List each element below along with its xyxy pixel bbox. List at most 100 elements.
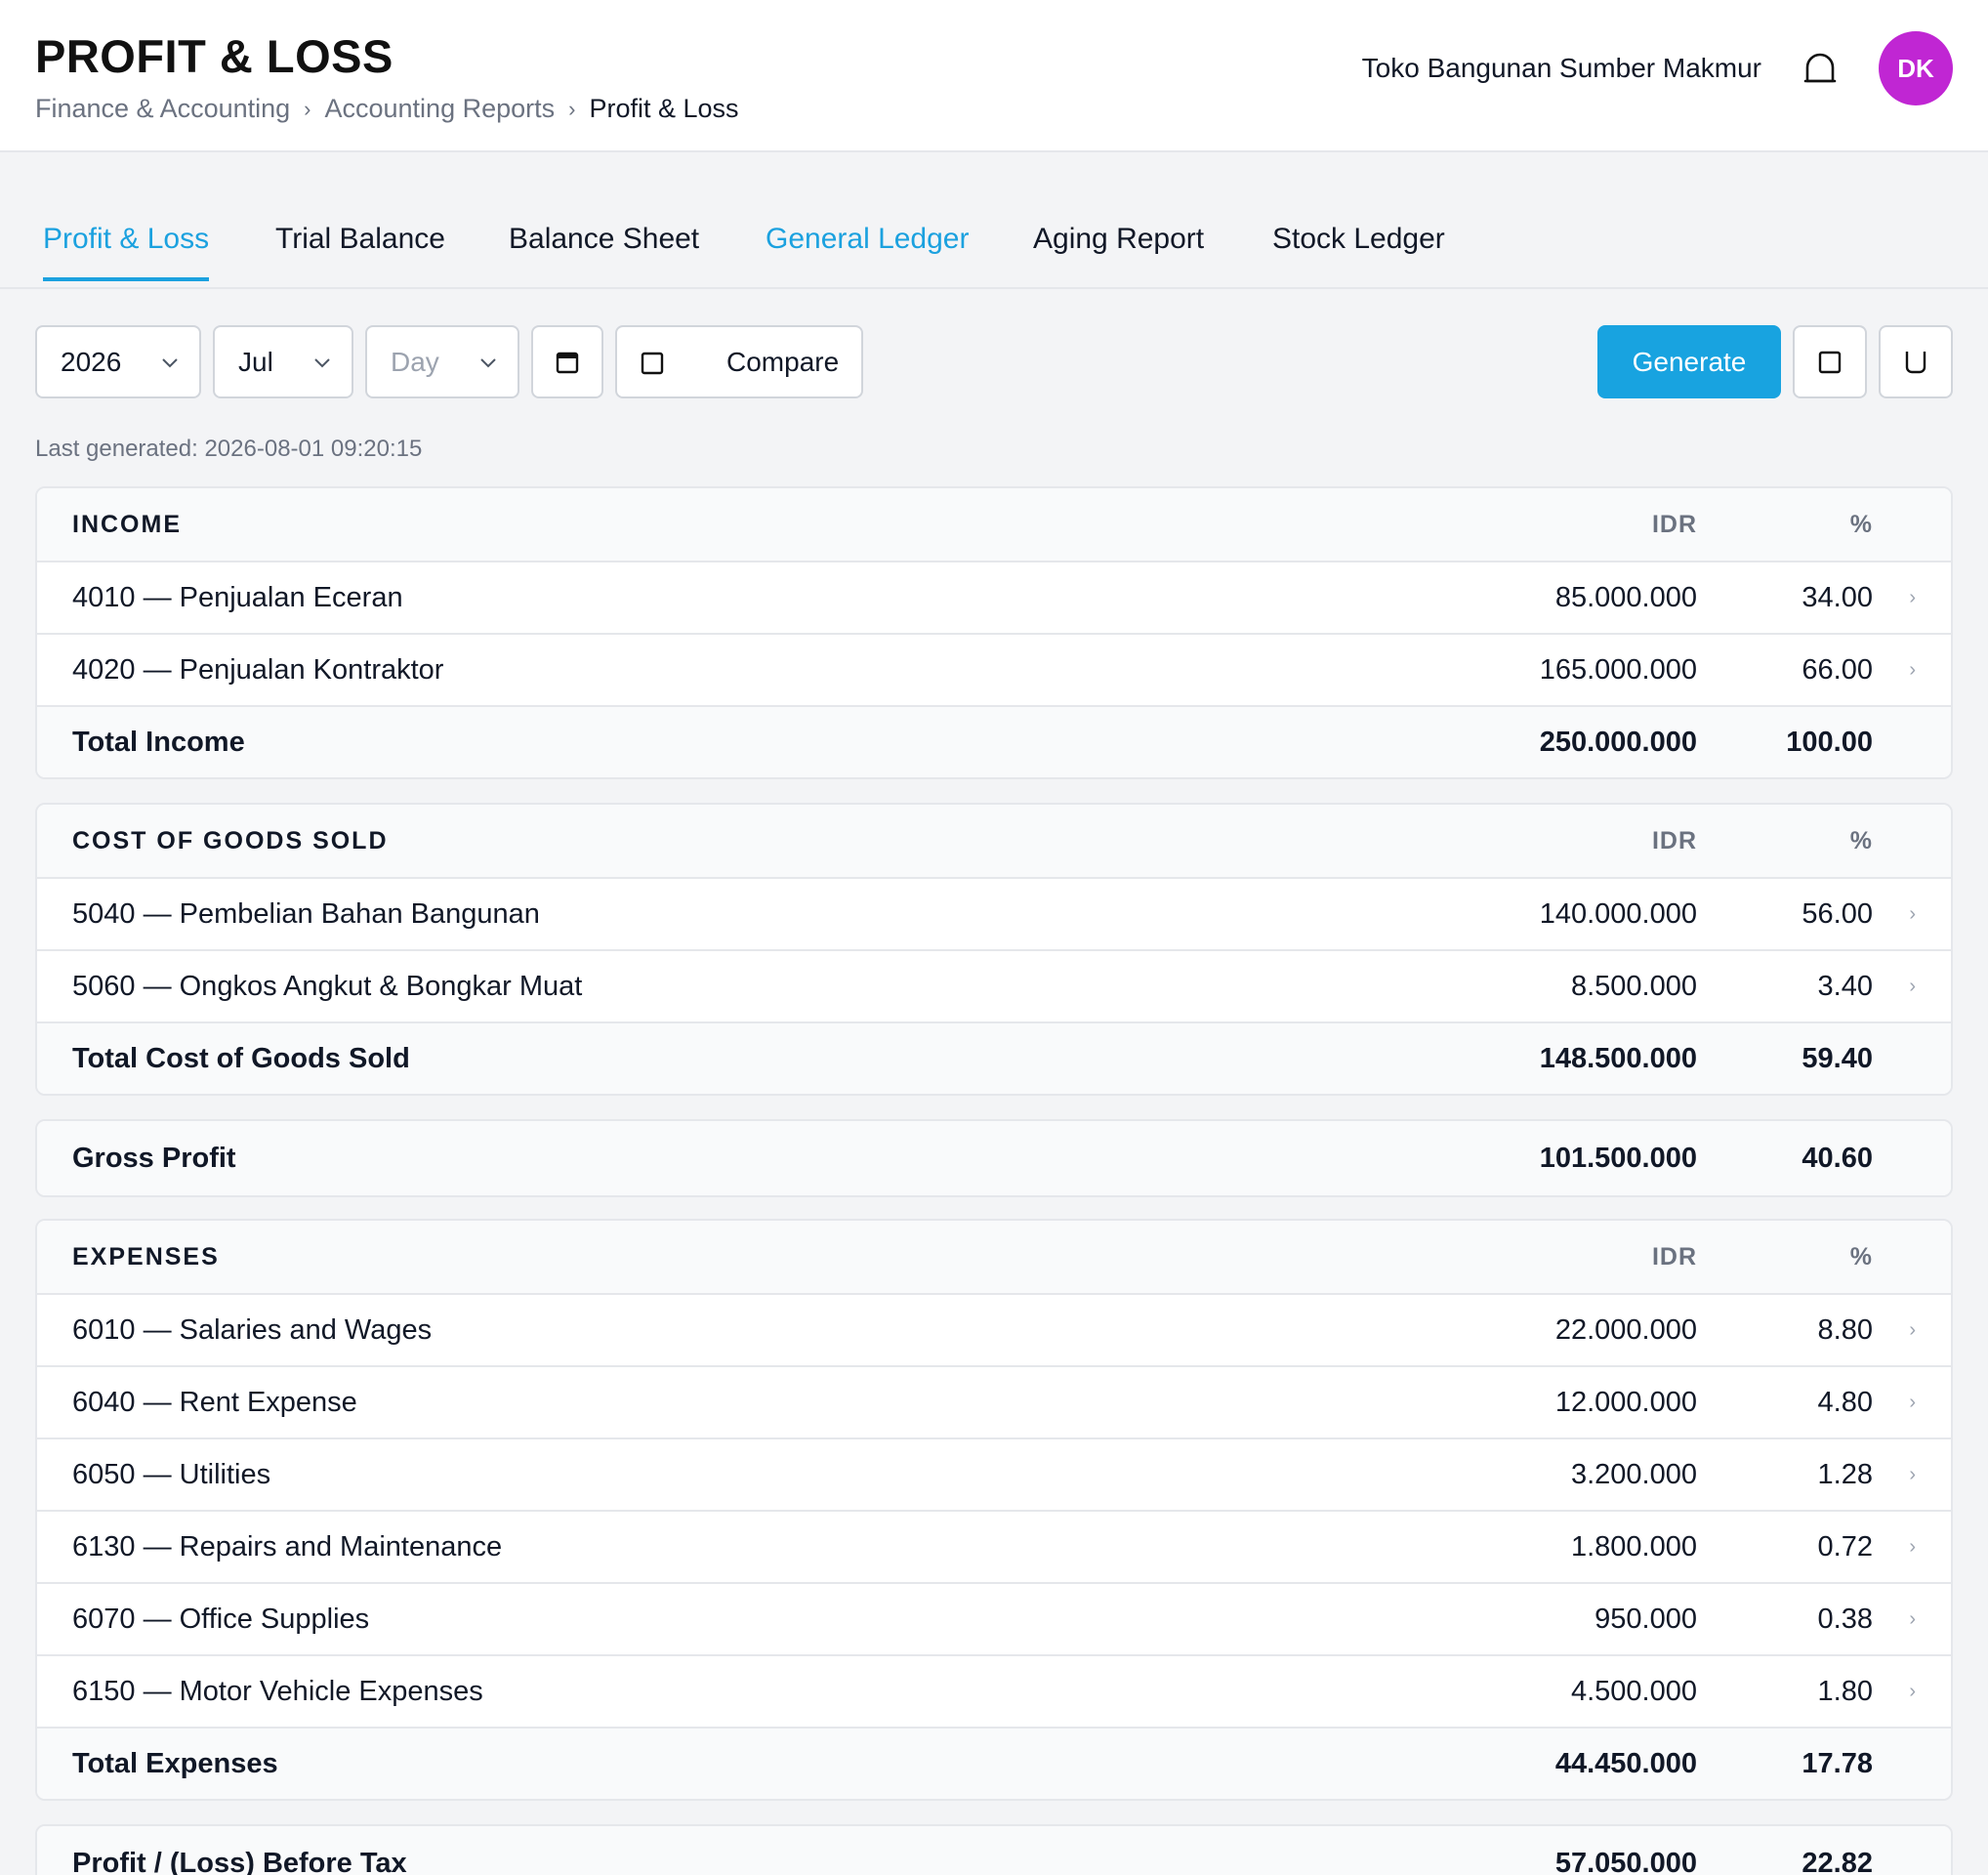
month-select-value: Jul bbox=[238, 346, 273, 377]
chevron-right-icon[interactable]: › bbox=[1909, 1681, 1916, 1703]
account-label: 5060 — Ongkos Angkut & Bongkar Muat bbox=[72, 970, 583, 1002]
total-percent: 59.40 bbox=[1802, 1042, 1873, 1074]
print-icon bbox=[1818, 351, 1842, 373]
section-header: INCOME IDR % bbox=[37, 488, 1951, 561]
day-select[interactable]: Day bbox=[365, 325, 519, 398]
expenses-section: EXPENSES IDR % 6010 — Salaries and Wages… bbox=[35, 1219, 1953, 1801]
profit-before-tax-section: Profit / (Loss) Before Tax 57.050.000 22… bbox=[35, 1824, 1953, 1875]
amount-value: 8.500.000 bbox=[1570, 970, 1697, 1002]
percent-value: 0.38 bbox=[1817, 1603, 1873, 1635]
account-label: 4010 — Penjualan Eceran bbox=[72, 581, 403, 613]
tab-stock-ledger[interactable]: Stock Ledger bbox=[1272, 223, 1445, 277]
report-tabs: Profit & Loss Trial Balance Balance Shee… bbox=[0, 152, 1988, 289]
chevron-right-icon[interactable]: › bbox=[1909, 1319, 1916, 1342]
tab-general-ledger[interactable]: General Ledger bbox=[766, 223, 969, 277]
gross-profit-amount: 101.500.000 bbox=[1539, 1142, 1697, 1174]
table-row[interactable]: 6130 — Repairs and Maintenance 1.800.000… bbox=[37, 1510, 1951, 1582]
account-label: 6050 — Utilities bbox=[72, 1458, 271, 1490]
account-label: 6070 — Office Supplies bbox=[72, 1603, 370, 1635]
amount-value: 165.000.000 bbox=[1539, 653, 1697, 686]
chevron-right-icon[interactable]: › bbox=[1909, 1464, 1916, 1486]
column-header-percent: % bbox=[1849, 826, 1873, 854]
table-row[interactable]: 4020 — Penjualan Kontraktor 165.000.000 … bbox=[37, 633, 1951, 705]
breadcrumb-finance-accounting[interactable]: Finance & Accounting bbox=[35, 94, 290, 124]
chevron-right-icon[interactable]: › bbox=[1909, 659, 1916, 682]
percent-value: 0.72 bbox=[1817, 1530, 1873, 1562]
table-row[interactable]: 6010 — Salaries and Wages 22.000.000 8.8… bbox=[37, 1293, 1951, 1365]
chevron-down-icon bbox=[314, 358, 330, 368]
chevron-right-icon[interactable]: › bbox=[1909, 1608, 1916, 1631]
column-header-idr: IDR bbox=[1651, 1242, 1697, 1271]
tab-profit-loss[interactable]: Profit & Loss bbox=[43, 223, 210, 281]
percent-value: 1.80 bbox=[1817, 1675, 1873, 1707]
amount-value: 1.800.000 bbox=[1570, 1530, 1697, 1562]
breadcrumb-separator-icon: › bbox=[568, 96, 576, 121]
amount-value: 85.000.000 bbox=[1554, 581, 1697, 613]
total-label: Total Income bbox=[72, 726, 245, 758]
account-label: 6150 — Motor Vehicle Expenses bbox=[72, 1675, 483, 1707]
page-title: PROFIT & LOSS bbox=[35, 30, 393, 82]
calendar-button[interactable] bbox=[531, 325, 603, 398]
amount-value: 4.500.000 bbox=[1570, 1675, 1697, 1707]
total-amount: 148.500.000 bbox=[1539, 1042, 1697, 1074]
table-row[interactable]: 4010 — Penjualan Eceran 85.000.000 34.00… bbox=[37, 561, 1951, 633]
account-label: 4020 — Penjualan Kontraktor bbox=[72, 653, 444, 686]
chevron-right-icon[interactable]: › bbox=[1909, 587, 1916, 609]
percent-value: 66.00 bbox=[1802, 653, 1873, 686]
section-title: INCOME bbox=[72, 510, 182, 538]
gross-profit-percent: 40.60 bbox=[1802, 1142, 1873, 1174]
month-select[interactable]: Jul bbox=[213, 325, 353, 398]
total-row: Total Cost of Goods Sold 148.500.000 59.… bbox=[37, 1021, 1951, 1094]
profit-before-tax-label: Profit / (Loss) Before Tax bbox=[72, 1847, 407, 1875]
chevron-down-icon bbox=[162, 358, 178, 368]
account-label: 5040 — Pembelian Bahan Bangunan bbox=[72, 897, 540, 930]
tab-trial-balance[interactable]: Trial Balance bbox=[275, 223, 445, 277]
total-amount: 44.450.000 bbox=[1554, 1747, 1697, 1779]
total-amount: 250.000.000 bbox=[1539, 726, 1697, 758]
chevron-right-icon[interactable]: › bbox=[1909, 1392, 1916, 1414]
table-row[interactable]: 5040 — Pembelian Bahan Bangunan 140.000.… bbox=[37, 877, 1951, 949]
year-select[interactable]: 2026 bbox=[35, 325, 201, 398]
section-header: COST OF GOODS SOLD IDR % bbox=[37, 805, 1951, 877]
tab-balance-sheet[interactable]: Balance Sheet bbox=[509, 223, 699, 277]
chevron-right-icon[interactable]: › bbox=[1909, 903, 1916, 926]
chevron-right-icon[interactable]: › bbox=[1909, 976, 1916, 998]
amount-value: 22.000.000 bbox=[1554, 1313, 1697, 1346]
export-button[interactable] bbox=[1879, 325, 1953, 398]
total-row: Total Expenses 44.450.000 17.78 bbox=[37, 1727, 1951, 1799]
bell-icon bbox=[1803, 53, 1837, 83]
column-header-idr: IDR bbox=[1651, 510, 1697, 538]
table-row[interactable]: 6040 — Rent Expense 12.000.000 4.80 › bbox=[37, 1365, 1951, 1438]
column-header-idr: IDR bbox=[1651, 826, 1697, 854]
avatar[interactable]: DK bbox=[1879, 31, 1953, 105]
gross-profit-label: Gross Profit bbox=[72, 1142, 236, 1174]
table-row[interactable]: 6050 — Utilities 3.200.000 1.28 › bbox=[37, 1438, 1951, 1510]
compare-icon bbox=[641, 352, 664, 375]
amount-value: 3.200.000 bbox=[1570, 1458, 1697, 1490]
income-section: INCOME IDR % 4010 — Penjualan Eceran 85.… bbox=[35, 486, 1953, 779]
notification-bell-icon[interactable] bbox=[1802, 51, 1839, 88]
amount-value: 140.000.000 bbox=[1539, 897, 1697, 930]
generate-button[interactable]: Generate bbox=[1597, 325, 1781, 398]
day-select-placeholder: Day bbox=[391, 346, 439, 377]
chevron-right-icon[interactable]: › bbox=[1909, 1536, 1916, 1559]
profit-before-tax-amount: 57.050.000 bbox=[1554, 1847, 1697, 1875]
table-row[interactable]: 6070 — Office Supplies 950.000 0.38 › bbox=[37, 1582, 1951, 1654]
percent-value: 4.80 bbox=[1817, 1386, 1873, 1418]
account-label: 6040 — Rent Expense bbox=[72, 1386, 357, 1418]
chevron-down-icon bbox=[480, 358, 496, 368]
download-icon bbox=[1905, 351, 1926, 373]
compare-button[interactable]: Compare bbox=[615, 325, 863, 398]
gross-profit-section: Gross Profit 101.500.000 40.60 bbox=[35, 1119, 1953, 1197]
percent-value: 1.28 bbox=[1817, 1458, 1873, 1490]
print-button[interactable] bbox=[1793, 325, 1867, 398]
breadcrumb-accounting-reports[interactable]: Accounting Reports bbox=[325, 94, 556, 124]
tab-aging-report[interactable]: Aging Report bbox=[1033, 223, 1204, 277]
profit-before-tax-row: Profit / (Loss) Before Tax 57.050.000 22… bbox=[37, 1826, 1951, 1875]
cogs-section: COST OF GOODS SOLD IDR % 5040 — Pembelia… bbox=[35, 803, 1953, 1096]
account-label: 6010 — Salaries and Wages bbox=[72, 1313, 433, 1346]
table-row[interactable]: 5060 — Ongkos Angkut & Bongkar Muat 8.50… bbox=[37, 949, 1951, 1021]
table-row[interactable]: 6150 — Motor Vehicle Expenses 4.500.000 … bbox=[37, 1654, 1951, 1727]
percent-value: 8.80 bbox=[1817, 1313, 1873, 1346]
total-label: Total Cost of Goods Sold bbox=[72, 1042, 410, 1074]
